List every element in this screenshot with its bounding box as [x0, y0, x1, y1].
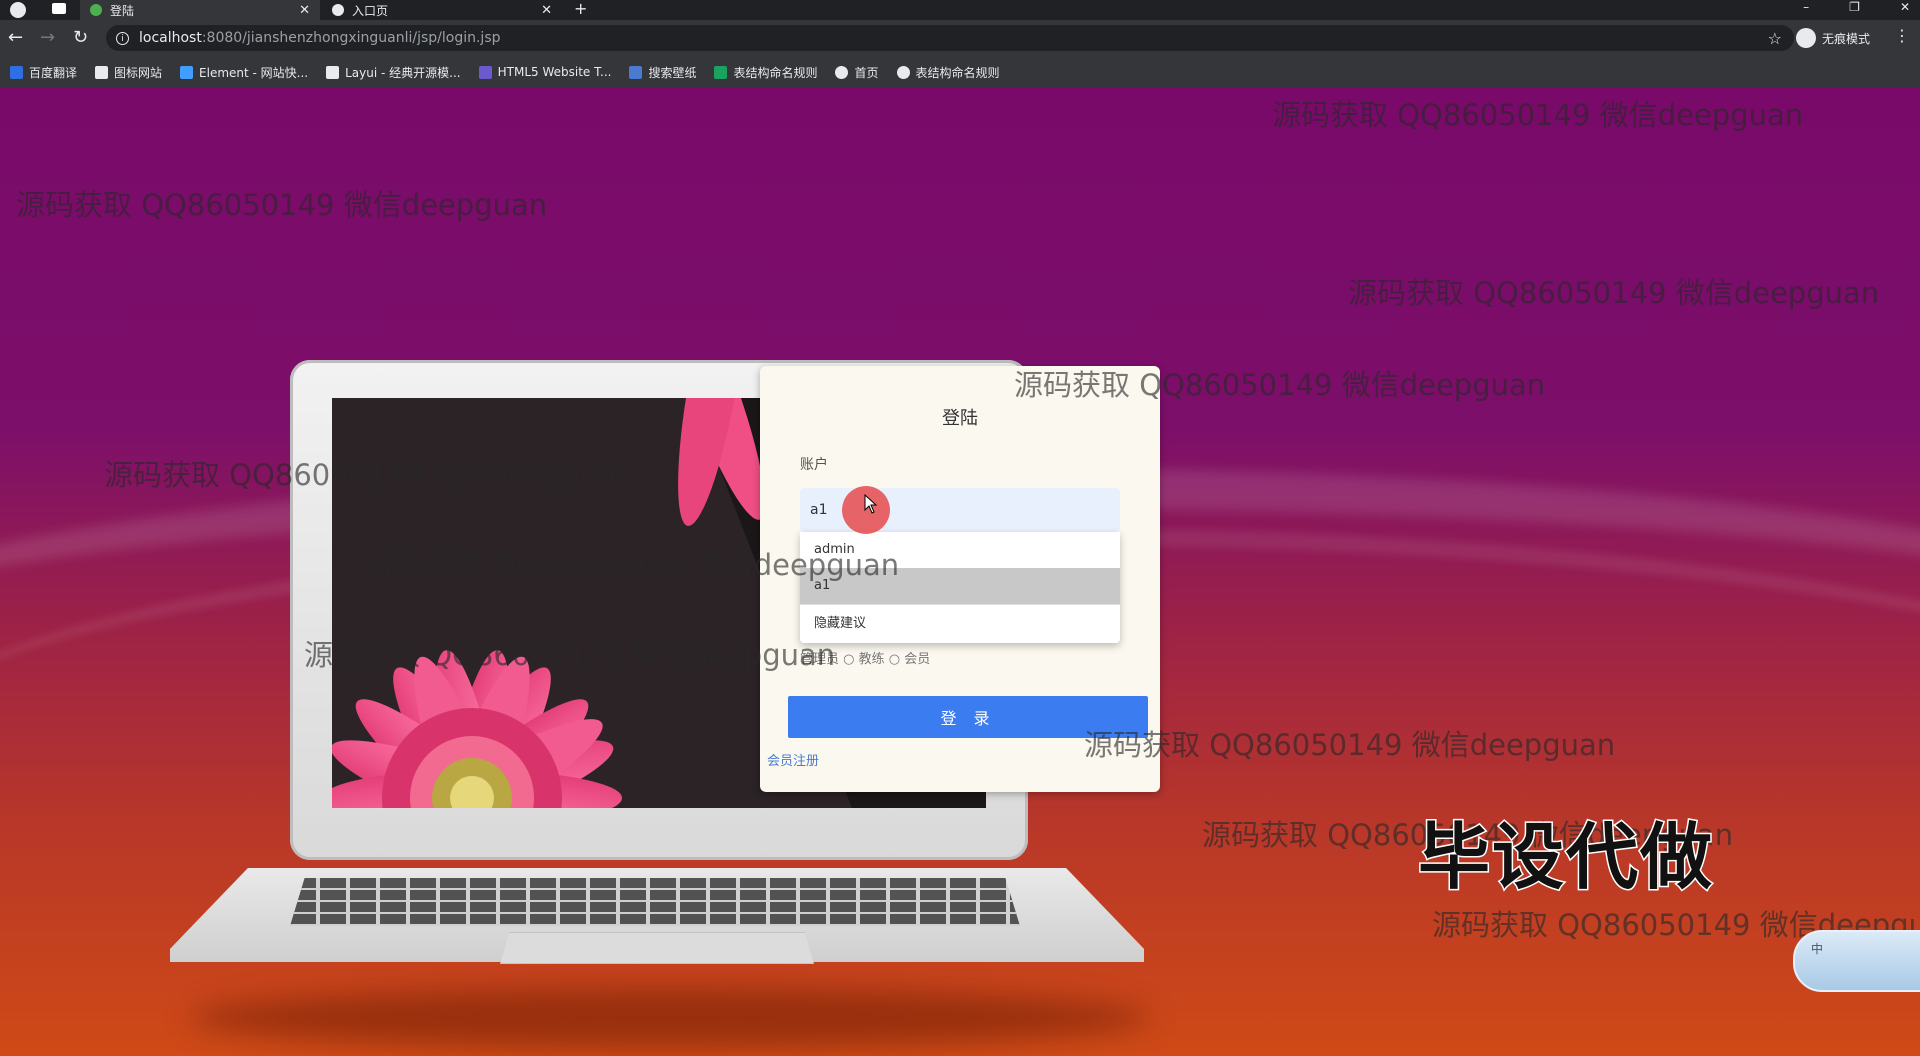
tab-title: 入口页: [352, 3, 389, 18]
account-label: 账户: [800, 457, 828, 473]
more-menu-icon[interactable]: ⋮: [1894, 26, 1910, 45]
bookmark-favicon-icon: [10, 65, 23, 79]
laptop-touchpad: [500, 932, 814, 964]
bookmark-item[interactable]: 搜索壁纸: [629, 64, 696, 81]
maximize-icon[interactable]: ❐: [1849, 0, 1860, 14]
bookmark-item[interactable]: 图标网站: [95, 64, 162, 81]
tab-search-icon[interactable]: [52, 3, 66, 14]
promo-overlay-text: 毕设代做: [1416, 814, 1715, 901]
close-window-icon[interactable]: ✕: [1900, 0, 1910, 14]
bookmark-item[interactable]: 表结构命名规则: [896, 64, 1000, 81]
hide-suggestions-option[interactable]: 隐藏建议: [800, 605, 1120, 643]
minimize-icon[interactable]: –: [1803, 0, 1809, 14]
bookmark-star-icon[interactable]: ☆: [1768, 29, 1782, 48]
sheets-icon: [714, 65, 728, 79]
tab-bar: 登陆 ✕ 入口页 ✕ + – ❐ ✕: [0, 0, 1920, 20]
layui-logo-icon: [326, 65, 340, 79]
laptop-keyboard-rows: [290, 878, 1020, 926]
tab-close-icon[interactable]: ✕: [541, 3, 552, 18]
bookmark-label: Element - 网站快...: [199, 65, 309, 80]
bookmark-item[interactable]: Element - 网站快...: [180, 64, 308, 81]
bookmark-label: 搜索壁纸: [648, 65, 697, 80]
tab-login[interactable]: 登陆 ✕: [80, 0, 320, 20]
site-info-icon[interactable]: i: [116, 31, 129, 45]
bookmark-item[interactable]: 表结构命名规则: [714, 64, 817, 81]
url-path: :8080/jianshenzhongxinguanli/jsp/login.j…: [201, 30, 501, 46]
window-controls: – ❐ ✕: [1803, 0, 1910, 14]
bookmark-item[interactable]: 百度翻译: [10, 64, 77, 81]
bookmark-label: 表结构命名规则: [733, 65, 818, 80]
watermark: 源码获取 QQ86050149 微信deepguan: [1014, 368, 1546, 402]
flag-icon: [95, 65, 109, 79]
globe-icon: [896, 65, 910, 79]
register-link[interactable]: 会员注册: [767, 750, 819, 769]
tab-favicon-icon: [90, 4, 102, 16]
login-page-background: 登陆 账户 管理员 ○ 教练 ○ 会员 admin a1 隐藏建议 登 录 会员…: [0, 88, 1920, 1056]
tab-entry[interactable]: 入口页 ✕: [322, 0, 562, 20]
html5-template-icon: [478, 65, 492, 79]
url-text[interactable]: localhost:8080/jianshenzhongxinguanli/js…: [139, 30, 501, 46]
bookmark-label: 图标网站: [114, 65, 163, 80]
watermark: 源码获取 QQ86050149 微信deepguan: [16, 188, 548, 222]
bookmark-item[interactable]: Layui - 经典开源模...: [326, 64, 461, 81]
tab-title: 登陆: [110, 3, 135, 18]
bookmark-label: HTML5 Website T...: [497, 65, 612, 79]
bookmark-item[interactable]: 首页: [835, 64, 879, 81]
incognito-icon: [1796, 28, 1816, 48]
wallpaper-icon: [629, 65, 643, 79]
laptop-shadow: [190, 988, 1150, 1048]
ime-mode-label: 中: [1811, 942, 1824, 956]
element-logo-icon: [180, 65, 194, 79]
new-tab-icon[interactable]: +: [574, 0, 587, 18]
bookmark-label: Layui - 经典开源模...: [345, 65, 461, 80]
address-bar[interactable]: i localhost:8080/jianshenzhongxinguanli/…: [106, 25, 1794, 51]
login-title: 登陆: [942, 408, 978, 429]
back-icon[interactable]: ←: [8, 27, 23, 48]
ime-toolbar[interactable]: 中: [1793, 930, 1920, 992]
forward-icon[interactable]: →: [40, 27, 55, 48]
watermark: 源码获取 QQ86050149 微信deepguan: [304, 638, 836, 672]
bookmark-label: 首页: [854, 65, 879, 80]
globe-icon: [835, 65, 849, 79]
url-host: localhost: [139, 30, 202, 46]
reload-icon[interactable]: ↻: [73, 27, 88, 48]
watermark: 源码获取 QQ86050149 微信deepguan: [368, 548, 900, 582]
tab-close-icon[interactable]: ✕: [299, 3, 310, 18]
bookmark-item[interactable]: HTML5 Website T...: [478, 65, 612, 79]
incognito-label: 无痕模式: [1822, 31, 1871, 46]
mouse-pointer-icon: [864, 494, 878, 514]
browser-menu-icon[interactable]: [10, 2, 26, 18]
watermark: 源码获取 QQ86050149 微信deepguan: [1348, 276, 1880, 310]
bookmark-label: 表结构命名规则: [915, 65, 1000, 80]
bookmarks-bar: 百度翻译 图标网站 Element - 网站快... Layui - 经典开源模…: [0, 56, 1920, 88]
watermark: 源码获取 QQ86050149 微信deepguan: [104, 458, 636, 492]
browser-toolbar: ← → ↻ i localhost:8080/jianshenzhongxing…: [0, 20, 1920, 56]
tab-favicon-icon: [332, 4, 344, 16]
incognito-indicator[interactable]: 无痕模式: [1796, 25, 1870, 51]
bookmark-label: 百度翻译: [29, 65, 78, 80]
watermark: 源码获取 QQ86050149 微信deepguan: [1084, 728, 1616, 762]
watermark: 源码获取 QQ86050149 微信deepguan: [1272, 98, 1804, 132]
